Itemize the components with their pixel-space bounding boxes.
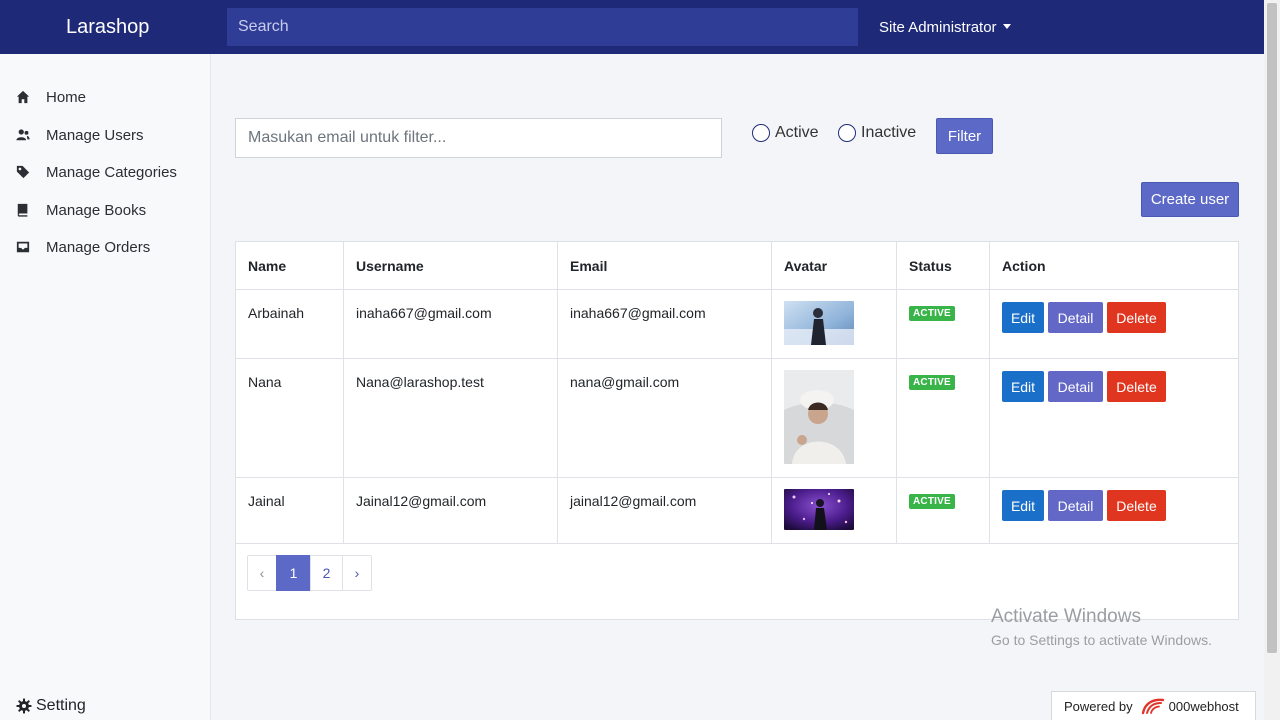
edit-button[interactable]: Edit <box>1002 302 1044 333</box>
header-email[interactable]: Email <box>570 258 607 274</box>
column-divider <box>989 242 990 543</box>
cell-name: Nana <box>248 374 282 390</box>
delete-button[interactable]: Delete <box>1107 490 1166 521</box>
radio-circle[interactable] <box>838 124 856 142</box>
home-icon <box>16 90 30 104</box>
users-table-card: Name Username Email Avatar Status Action… <box>235 241 1239 620</box>
status-badge: ACTIVE <box>909 494 955 509</box>
column-divider <box>771 242 772 543</box>
sidebar-item-label: Home <box>46 88 87 106</box>
header-status[interactable]: Status <box>909 258 952 274</box>
page-scrollbar[interactable] <box>1264 0 1280 720</box>
header-name[interactable]: Name <box>248 258 286 274</box>
row-divider <box>236 358 1238 359</box>
sidebar-item-label: Manage Books <box>46 201 147 219</box>
create-user-button[interactable]: Create user <box>1141 182 1239 217</box>
edit-button[interactable]: Edit <box>1002 490 1044 521</box>
user-avatar-image <box>784 301 854 345</box>
column-divider <box>343 242 344 543</box>
filter-button[interactable]: Filter <box>936 118 993 154</box>
powered-by-brand: 000webhost <box>1168 698 1239 714</box>
cell-username: inaha667@gmail.com <box>356 305 492 321</box>
activate-windows-watermark: Activate Windows Go to Settings to activ… <box>991 606 1212 648</box>
user-avatar-image <box>784 370 854 464</box>
row-divider <box>236 543 1238 544</box>
book-icon <box>17 203 28 217</box>
cell-username: Jainal12@gmail.com <box>356 493 487 509</box>
sidebar-item-label: Manage Users <box>46 126 144 144</box>
setting-label: Setting <box>36 697 86 714</box>
000webhost-logo-icon <box>1141 698 1164 715</box>
edit-button[interactable]: Edit <box>1002 371 1044 402</box>
sidebar <box>0 54 211 720</box>
sidebar-item-label: Manage Orders <box>46 238 151 256</box>
cell-email: jainal12@gmail.com <box>570 493 697 509</box>
email-filter-input[interactable] <box>235 118 722 158</box>
row-divider <box>236 477 1238 478</box>
scrollbar-thumb[interactable] <box>1267 3 1277 653</box>
header-avatar[interactable]: Avatar <box>784 258 827 274</box>
status-radio-active[interactable]: Active <box>752 124 819 142</box>
radio-circle[interactable] <box>752 124 770 142</box>
tag-icon <box>16 165 30 179</box>
pagination-next[interactable]: › <box>342 555 372 591</box>
top-navbar: Larashop Site Administrator <box>0 0 1264 54</box>
sidebar-setting-link[interactable]: Setting <box>16 697 86 715</box>
pagination-page-1[interactable]: 1 <box>276 555 311 591</box>
delete-button[interactable]: Delete <box>1107 302 1166 333</box>
pagination: ‹ 1 2 › <box>247 555 372 591</box>
cell-email: inaha667@gmail.com <box>570 305 706 321</box>
header-username[interactable]: Username <box>356 258 424 274</box>
delete-button[interactable]: Delete <box>1107 371 1166 402</box>
cell-name: Jainal <box>248 493 285 509</box>
watermark-subtitle: Go to Settings to activate Windows. <box>991 632 1212 648</box>
sidebar-item-home[interactable]: Home <box>16 85 86 109</box>
users-icon <box>16 129 30 141</box>
row-divider <box>236 289 1238 290</box>
pagination-prev[interactable]: ‹ <box>247 555 277 591</box>
user-menu-dropdown[interactable]: Site Administrator <box>879 19 1011 36</box>
powered-by-badge[interactable]: Powered by 000webhost <box>1051 691 1256 720</box>
sidebar-item-manage-users[interactable]: Manage Users <box>16 123 144 147</box>
cell-username: Nana@larashop.test <box>356 374 484 390</box>
header-action[interactable]: Action <box>1002 258 1046 274</box>
sidebar-item-manage-books[interactable]: Manage Books <box>16 198 146 222</box>
radio-label-active: Active <box>775 124 819 141</box>
cell-name: Arbainah <box>248 305 305 321</box>
brand-logo[interactable]: Larashop <box>66 16 149 39</box>
cell-email: nana@gmail.com <box>570 374 680 390</box>
sidebar-item-manage-categories[interactable]: Manage Categories <box>16 160 177 184</box>
pagination-page-2[interactable]: 2 <box>310 555 343 591</box>
inbox-icon <box>16 241 30 253</box>
global-search-input[interactable] <box>227 8 858 46</box>
gear-icon <box>16 698 32 714</box>
user-avatar-image <box>784 489 854 530</box>
column-divider <box>896 242 897 543</box>
radio-label-inactive: Inactive <box>861 124 917 141</box>
detail-button[interactable]: Detail <box>1048 490 1103 521</box>
caret-down-icon <box>1002 24 1011 29</box>
powered-by-label: Powered by <box>1064 698 1133 714</box>
user-menu-label: Site Administrator <box>879 19 997 36</box>
detail-button[interactable]: Detail <box>1048 371 1103 402</box>
sidebar-item-manage-orders[interactable]: Manage Orders <box>16 235 150 259</box>
status-badge: ACTIVE <box>909 306 955 321</box>
status-badge: ACTIVE <box>909 375 955 390</box>
status-radio-inactive[interactable]: Inactive <box>838 124 916 142</box>
detail-button[interactable]: Detail <box>1048 302 1103 333</box>
watermark-title: Activate Windows <box>991 606 1141 627</box>
column-divider <box>557 242 558 543</box>
sidebar-item-label: Manage Categories <box>46 163 177 181</box>
